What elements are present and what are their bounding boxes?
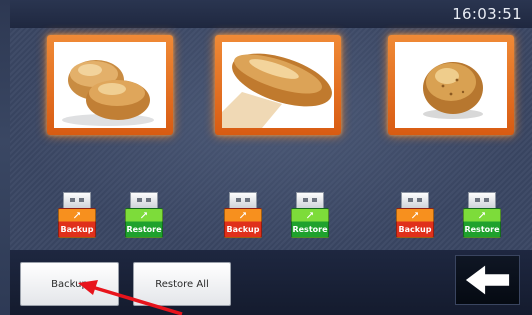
usb-backup-label: Backup: [226, 225, 260, 234]
usb-plug-icon: [296, 192, 324, 208]
usb-backup-button-3[interactable]: ⭧ Backup: [394, 192, 436, 244]
product-tile-2[interactable]: [215, 35, 341, 135]
usb-icon: ⭧: [140, 209, 148, 222]
usb-restore-label: Restore: [292, 225, 328, 234]
usb-restore-label: Restore: [126, 225, 162, 234]
back-button[interactable]: [455, 255, 520, 305]
usb-plug-icon: [468, 192, 496, 208]
clock: 16:03:51: [452, 5, 522, 23]
usb-pair-1: ⭧ Backup ⭧ Restore: [56, 192, 168, 244]
arrow-left-icon: [465, 265, 510, 295]
usb-plug-icon: [63, 192, 91, 208]
product-tile-3[interactable]: [388, 35, 514, 135]
bun-image: [395, 42, 507, 128]
usb-pair-2: ⭧ Backup ⭧ Restore: [222, 192, 334, 244]
usb-restore-button-1[interactable]: ⭧ Restore: [123, 192, 165, 244]
usb-backup-label: Backup: [60, 225, 94, 234]
usb-plug-icon: [401, 192, 429, 208]
usb-pair-3: ⭧ Backup ⭧ Restore: [394, 192, 506, 244]
usb-restore-label: Restore: [464, 225, 500, 234]
product-tile-1[interactable]: [47, 35, 173, 135]
usb-icon: ⭧: [239, 209, 247, 222]
bread-rolls-image: [54, 42, 166, 128]
usb-plug-icon: [229, 192, 257, 208]
usb-icon: ⭧: [306, 209, 314, 222]
usb-backup-button-1[interactable]: ⭧ Backup: [56, 192, 98, 244]
device-screen: 16:03:51 ⭧ Backup ⭧ Restore ⭧ Backup ⭧ R…: [0, 0, 532, 315]
usb-backup-label: Backup: [398, 225, 432, 234]
baguette-image: [222, 42, 334, 128]
backup-button[interactable]: Backup: [20, 262, 119, 306]
usb-plug-icon: [130, 192, 158, 208]
status-bar: 16:03:51: [10, 0, 532, 29]
usb-backup-button-2[interactable]: ⭧ Backup: [222, 192, 264, 244]
usb-icon: ⭧: [73, 209, 81, 222]
usb-icon: ⭧: [411, 209, 419, 222]
restore-all-button[interactable]: Restore All: [133, 262, 231, 306]
usb-restore-button-3[interactable]: ⭧ Restore: [461, 192, 503, 244]
usb-icon: ⭧: [478, 209, 486, 222]
usb-restore-button-2[interactable]: ⭧ Restore: [289, 192, 331, 244]
